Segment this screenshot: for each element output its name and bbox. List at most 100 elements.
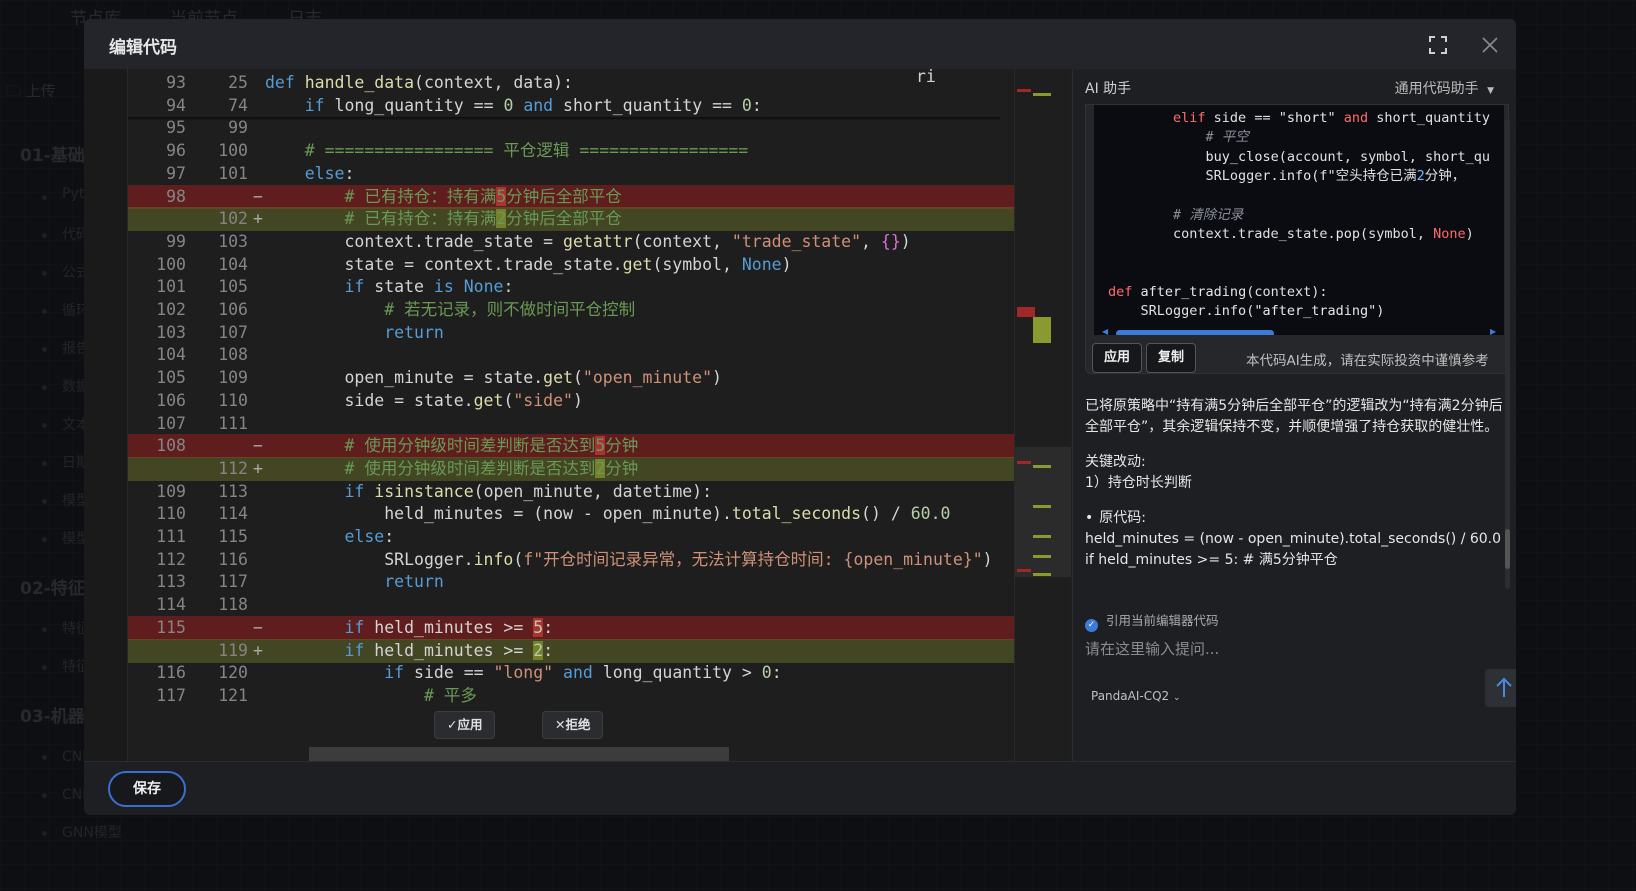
new-line-number: 114	[218, 504, 248, 524]
scroll-left-icon[interactable]: ◀	[1102, 327, 1108, 335]
code-line[interactable]: 93 25 def handle_data(context, data):	[128, 71, 1014, 95]
code-line[interactable]: 106 110 side = state.get("side")	[128, 389, 1014, 413]
deleted-code-line[interactable]: 98− # 已有持仓：持有满5分钟后全部平仓	[128, 184, 1014, 209]
old-line-number: 103	[156, 322, 186, 342]
key-change-item: 1）持仓时长判断	[1085, 475, 1192, 491]
code-text: # ================= 平仓逻辑 ===============…	[304, 141, 749, 161]
old-line-number: 117	[156, 685, 186, 705]
deleted-code-line[interactable]: 108− # 使用分钟级时间差判断是否达到5分钟	[128, 434, 1014, 459]
inline-accept-button[interactable]: ✓应用	[434, 711, 496, 739]
overview-ruler[interactable]	[1014, 69, 1071, 761]
code-line[interactable]: 105 109 open_minute = state.get("open_min…	[128, 366, 1014, 390]
diff-editor[interactable]: 93 25 def handle_data(context, data): 94 74 …	[84, 69, 1014, 761]
code-line[interactable]: 102 106 # 若无记录，则不做时间平仓控制	[128, 298, 1014, 322]
old-line-number: 113	[156, 572, 186, 592]
code-text: if side == "long" and long_quantity > 0:	[384, 663, 782, 683]
copy-code-button[interactable]: 复制	[1146, 343, 1197, 373]
chevron-down-icon: ▼	[1487, 86, 1494, 96]
new-line-number: 118	[218, 595, 248, 615]
code-line[interactable]: 109 113 if isinstance(open_minute, dateti…	[128, 480, 1014, 504]
new-line-number: 103	[218, 231, 248, 251]
code-text: if held_minutes >= 2:	[344, 640, 554, 660]
code-text: side = state.get("side")	[265, 390, 583, 410]
code-text: else:	[344, 527, 395, 546]
check-icon: ✓	[1085, 619, 1098, 632]
new-line-number: 100	[218, 141, 248, 161]
old-line-number: 109	[156, 481, 186, 501]
ai-code-line: elif side == "short" and short_quantity	[1173, 110, 1491, 126]
code-line[interactable]: 112 116 SRLogger.info(f"开仓时间记录异常，无法计算持仓时间…	[128, 548, 1014, 572]
code-text: # 已有持仓：持有满2分钟后全部平仓	[344, 209, 622, 229]
code-text: return	[384, 322, 444, 342]
dialog-footer: 保存	[84, 761, 1516, 815]
inline-reject-button[interactable]: ✕拒绝	[542, 711, 604, 739]
code-line[interactable]: 103 107 return	[128, 321, 1014, 345]
code-line[interactable]: 113 117 return	[128, 570, 1014, 594]
fullscreen-icon[interactable]	[1428, 35, 1448, 55]
code-line[interactable]: 117 121 # 平多	[128, 684, 1014, 708]
new-line-number: 108	[218, 345, 248, 365]
old-line-number: 101	[156, 277, 186, 297]
code-text: else:	[304, 163, 355, 183]
ai-panel-title: AI 助手	[1085, 81, 1132, 97]
code-line[interactable]: 94 74 if long_quantity == 0 and short_qua…	[128, 94, 1014, 118]
close-icon[interactable]	[1480, 35, 1500, 55]
code-line[interactable]: 116 120 if side == "long" and long_quanti…	[128, 661, 1014, 685]
old-line-number: 108	[156, 436, 186, 456]
ask-input[interactable]	[1085, 635, 1465, 663]
added-code-line[interactable]: 119 + if held_minutes >= 2:	[128, 638, 1014, 663]
code-line[interactable]: 100 104 state = context.trade_state.get(s…	[128, 253, 1014, 277]
new-line-number: 111	[218, 413, 248, 433]
old-line-number: 115	[156, 617, 186, 637]
old-line-number: 110	[156, 504, 186, 524]
ai-code-card: elif side == "short" and short_quantity …	[1085, 104, 1509, 374]
ai-panel-scrollbar[interactable]	[1505, 119, 1510, 589]
ai-code-line: # 平空	[1205, 129, 1249, 146]
new-line-number: 117	[218, 572, 248, 592]
bullet-code-line: if held_minutes >= 5: # 满5分钟平仓	[1085, 552, 1338, 568]
model-select[interactable]: PandaAI-CQ2 ⌄	[1091, 689, 1181, 703]
added-code-line[interactable]: 102 + # 已有持仓：持有满2分钟后全部平仓	[128, 207, 1014, 232]
code-line[interactable]: 111 115 else:	[128, 525, 1014, 549]
old-line-number: 104	[156, 345, 186, 365]
old-line-number: 94	[166, 95, 186, 115]
new-line-number: 120	[218, 663, 248, 683]
old-line-number: 93	[166, 73, 186, 92]
apply-code-button[interactable]: 应用	[1092, 343, 1143, 373]
save-button[interactable]: 保存	[108, 771, 186, 807]
code-text: state = context.trade_state.get(symbol, …	[265, 254, 792, 274]
scrollbar-thumb[interactable]	[1116, 330, 1274, 335]
ai-code-line: buy_close(account, symbol, short_qu	[1205, 148, 1491, 165]
code-line[interactable]: 99 103 context.trade_state = getattr(cont…	[128, 230, 1014, 254]
ai-code-line: # 清除记录	[1173, 206, 1244, 223]
bullet-item: • 原代码:	[1085, 510, 1146, 526]
new-line-number: 112	[218, 458, 248, 478]
scroll-right-icon[interactable]: ▶	[1490, 327, 1496, 335]
code-horizontal-scrollbar[interactable]: ◀ ▶	[1102, 327, 1502, 335]
code-line[interactable]: 97 101 else:	[128, 162, 1014, 186]
send-button[interactable]	[1485, 669, 1516, 707]
code-line[interactable]: 114 118	[128, 593, 1014, 617]
code-line[interactable]: 110 114 held_minutes = (now - open_minute…	[128, 502, 1014, 526]
ai-disclaimer: 本代码AI生成，请在实际投资中谨慎参考	[1246, 353, 1489, 369]
ai-conversation[interactable]: elif side == "short" and short_quantity …	[1085, 104, 1516, 579]
code-line[interactable]: 96 100 # ================= 平仓逻辑 =========…	[128, 139, 1014, 163]
ai-code-line: context.trade_state.pop(symbol, None)	[1108, 225, 1474, 242]
code-line[interactable]: 107 111	[128, 412, 1014, 436]
cite-editor-code-toggle[interactable]: ✓ 引用当前编辑器代码	[1085, 610, 1219, 632]
code-text: # 已有持仓：持有满5分钟后全部平仓	[344, 186, 622, 206]
scrollbar-thumb[interactable]	[1505, 529, 1510, 569]
deleted-code-line[interactable]: 115− if held_minutes >= 5:	[128, 615, 1014, 640]
new-line-number: 102	[218, 209, 248, 229]
code-line[interactable]: 101 105 if state is None:	[128, 275, 1014, 299]
edit-code-dialog: 编辑代码 93 25 def handle_data(context, data):…	[84, 19, 1516, 815]
added-code-line[interactable]: 112 + # 使用分钟级时间差判断是否达到2分钟	[128, 456, 1014, 481]
new-line-number: 115	[218, 527, 248, 546]
code-line[interactable]: 104 108	[128, 343, 1014, 367]
new-line-number: 109	[218, 368, 248, 388]
ai-message: 已将原策略中“持有满5分钟后全部平仓”的逻辑改为“持有满2分钟后全部平仓”，其余…	[1085, 396, 1509, 571]
assistant-mode-select[interactable]: 通用代码助手 ▼	[1395, 78, 1494, 98]
dialog-title: 编辑代码	[109, 38, 177, 58]
code-text: SRLogger.info(f"开仓时间记录异常，无法计算持仓时间: {open…	[265, 549, 993, 569]
new-line-number: 25	[228, 73, 248, 92]
